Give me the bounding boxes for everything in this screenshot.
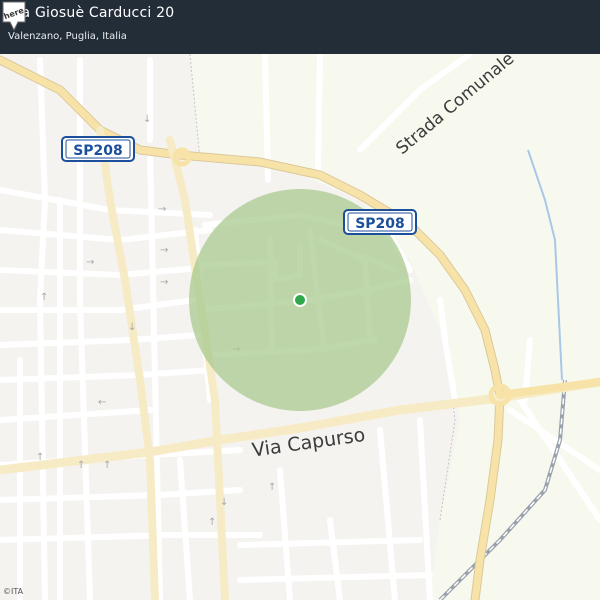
sp208-shield-east: SP208 xyxy=(343,209,417,235)
svg-text:↑: ↑ xyxy=(208,517,216,528)
location-dot[interactable] xyxy=(295,295,305,305)
svg-text:→: → xyxy=(160,277,168,288)
svg-text:→: → xyxy=(86,257,94,268)
address-title: Via Giosuè Carducci 20 xyxy=(8,5,175,21)
svg-text:←: ← xyxy=(98,397,106,408)
map-view[interactable]: →→→ →↑← →↓↓ ↑↑↑ ↑↓↑ Via Capurso Strada C… xyxy=(0,0,600,600)
sp208-label-east: SP208 xyxy=(355,216,405,232)
svg-text:↓: ↓ xyxy=(220,497,228,508)
svg-text:→: → xyxy=(160,245,168,256)
svg-text:↓: ↓ xyxy=(128,322,136,333)
svg-text:↑: ↑ xyxy=(40,292,48,303)
svg-text:↑: ↑ xyxy=(268,482,276,493)
map-attribution: ©ITA xyxy=(3,587,24,596)
svg-text:↑: ↑ xyxy=(36,452,44,463)
svg-text:↓: ↓ xyxy=(143,114,151,125)
svg-text:→: → xyxy=(158,204,166,215)
svg-text:↑: ↑ xyxy=(103,460,111,471)
address-subtitle: Valenzano, Puglia, Italia xyxy=(8,31,127,42)
address-header: Via Giosuè Carducci 20 Valenzano, Puglia… xyxy=(0,0,600,54)
sp208-shield-west: SP208 xyxy=(61,136,135,162)
map-canvas: →→→ →↑← →↓↓ ↑↑↑ ↑↓↑ Via Capurso Strada C… xyxy=(0,30,600,600)
here-logo-icon: here xyxy=(2,1,26,32)
sp208-label-west: SP208 xyxy=(73,143,123,159)
svg-text:↑: ↑ xyxy=(77,460,85,471)
